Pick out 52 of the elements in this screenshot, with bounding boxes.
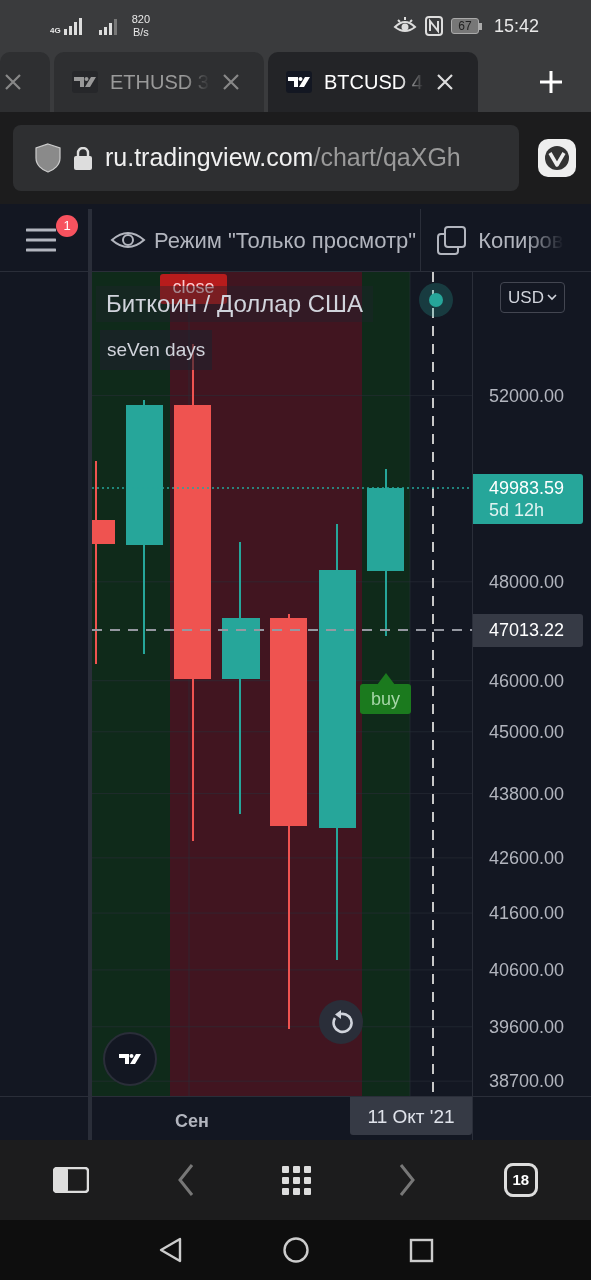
back-icon[interactable] <box>157 1237 183 1263</box>
tradingview-logo-icon <box>286 71 312 93</box>
nfc-icon <box>424 16 443 36</box>
crosshair-date-label: 11 Окт '21 <box>350 1097 472 1135</box>
lock-icon <box>73 146 93 170</box>
panel-icon[interactable] <box>53 1167 90 1193</box>
vivaldi-menu-icon[interactable] <box>537 138 577 178</box>
price-tick-label: 52000.00 <box>489 385 565 406</box>
candle-countdown: 5d 12h <box>489 499 546 521</box>
battery-level: 67 <box>458 20 472 32</box>
recents-icon[interactable] <box>408 1237 434 1263</box>
price-tick-label: 45000.00 <box>489 721 565 742</box>
buy-arrow-icon <box>377 673 395 685</box>
signal-icon <box>97 17 118 35</box>
shield-icon[interactable] <box>35 143 61 173</box>
price-tick-label: 40600.00 <box>489 959 565 980</box>
currency-button[interactable]: USD <box>500 282 565 313</box>
tradingview-logo-icon <box>72 71 98 93</box>
speed-unit: B/s <box>132 26 149 39</box>
price-tick-label: 43800.00 <box>489 783 565 804</box>
price-tick-label: 38700.00 <box>489 1071 565 1092</box>
home-icon[interactable] <box>282 1237 309 1263</box>
indicator-label: seVen days <box>100 330 213 370</box>
price-tick-label: 39600.00 <box>489 1016 565 1037</box>
copy-icon <box>437 225 467 255</box>
browser-tab[interactable]: BTCUSD 4 <box>268 52 478 112</box>
market-status-icon[interactable] <box>418 282 454 318</box>
price-tick-label: 48000.00 <box>489 571 565 592</box>
browser-tab[interactable] <box>0 52 50 112</box>
url-text: ru.tradingview.com/chart/qaXGh <box>105 142 461 174</box>
price-tick-label: 46000.00 <box>489 670 565 691</box>
price-tick-label: 42600.00 <box>489 847 565 868</box>
tab-count-button[interactable]: 18 <box>503 1163 538 1197</box>
view-mode-label: Режим "Только просмотр" <box>154 226 417 255</box>
network-type: 4G <box>50 27 61 35</box>
address-field[interactable]: ru.tradingview.com/chart/qaXGh <box>13 125 519 191</box>
speed-dial-icon[interactable] <box>281 1165 311 1195</box>
new-tab-icon[interactable] <box>539 70 563 94</box>
signal-icon <box>61 17 84 35</box>
forward-icon[interactable] <box>397 1163 418 1197</box>
reset-icon <box>329 1010 353 1034</box>
menu-icon[interactable] <box>26 227 56 253</box>
tab-title: BTCUSD 4 <box>324 70 424 95</box>
last-price-value: 49983.59 <box>489 477 566 499</box>
crosshair-price-label: 47013.22 <box>473 614 583 647</box>
clock: 15:42 <box>493 14 539 38</box>
view-mode-button[interactable]: Режим "Только просмотр" <box>92 209 422 271</box>
time-tick-label: Сен <box>175 1110 209 1133</box>
notification-badge: 1 <box>56 215 78 237</box>
network-speed: 820 <box>131 13 151 26</box>
chevron-down-icon <box>546 294 557 301</box>
price-tick-label: 41600.00 <box>489 903 565 924</box>
